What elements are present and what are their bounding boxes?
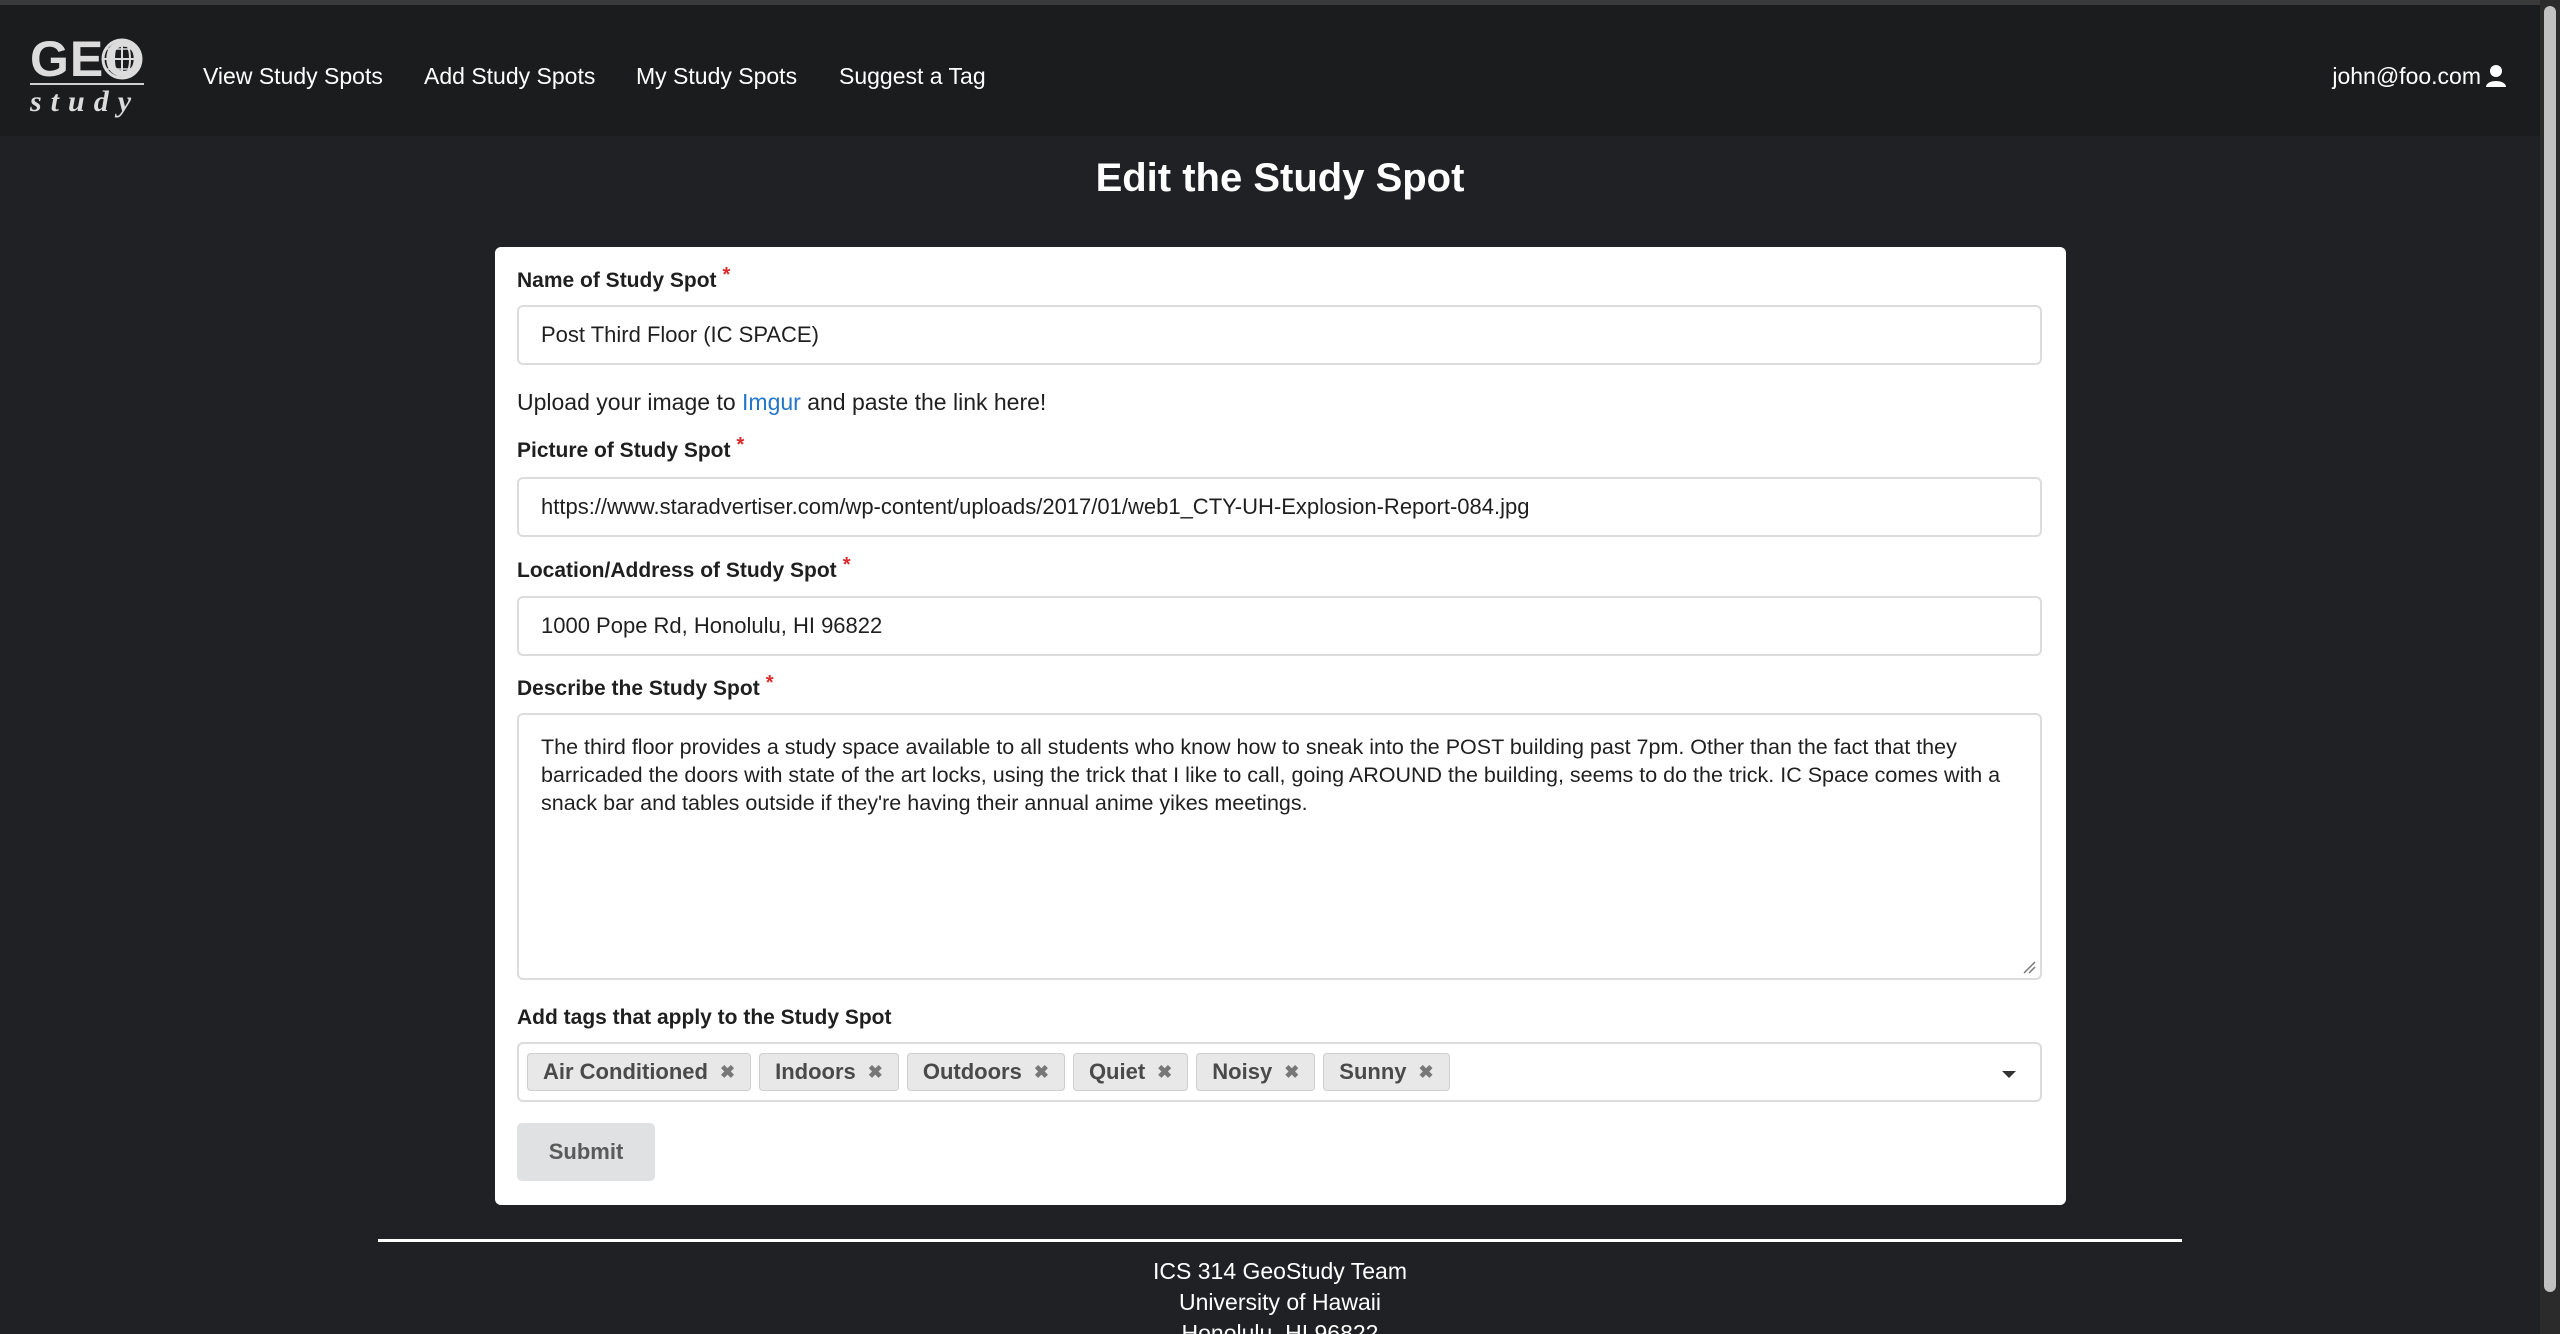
footer-team: ICS 314 GeoStudy Team bbox=[1153, 1258, 1407, 1284]
globe-icon bbox=[101, 38, 143, 80]
tag-chip[interactable]: Outdoors ✖ bbox=[906, 1053, 1065, 1091]
location-input[interactable]: 1000 Pope Rd, Honolulu, HI 96822 bbox=[517, 596, 2042, 656]
tag-chip[interactable]: Noisy ✖ bbox=[1196, 1053, 1316, 1091]
remove-tag-icon[interactable]: ✖ bbox=[1157, 1063, 1172, 1081]
tag-chip-label: Indoors bbox=[775, 1059, 856, 1084]
remove-tag-icon[interactable]: ✖ bbox=[868, 1063, 883, 1081]
remove-tag-icon[interactable]: ✖ bbox=[1419, 1063, 1434, 1081]
picture-url-input[interactable]: https://www.staradvertiser.com/wp-conten… bbox=[517, 477, 2042, 537]
submit-button[interactable]: Submit bbox=[517, 1123, 655, 1181]
tag-chip[interactable]: Air Conditioned ✖ bbox=[527, 1053, 752, 1091]
logo-study-text: study bbox=[30, 85, 141, 118]
tag-chip[interactable]: Quiet ✖ bbox=[1072, 1053, 1189, 1091]
footer: ICS 314 GeoStudy Team University of Hawa… bbox=[0, 1256, 2560, 1334]
remove-tag-icon[interactable]: ✖ bbox=[720, 1063, 735, 1081]
description-text: The third floor provides a study space a… bbox=[541, 735, 2001, 815]
remove-tag-icon[interactable]: ✖ bbox=[1034, 1063, 1049, 1081]
remove-tag-icon[interactable]: ✖ bbox=[1284, 1063, 1299, 1081]
tag-chip-label: Air Conditioned bbox=[543, 1059, 708, 1084]
geostudy-logo[interactable]: GEO study bbox=[30, 31, 148, 118]
location-label-text: Location/Address of Study Spot bbox=[517, 559, 837, 582]
description-label-text: Describe the Study Spot bbox=[517, 677, 760, 700]
tag-chip-label: Noisy bbox=[1212, 1059, 1273, 1084]
nav-view-study-spots[interactable]: View Study Spots bbox=[203, 61, 383, 91]
resize-grip-icon[interactable] bbox=[2022, 960, 2036, 974]
required-marker: * bbox=[722, 264, 731, 286]
tag-chip[interactable]: Indoors ✖ bbox=[759, 1053, 899, 1091]
nav-my-study-spots[interactable]: My Study Spots bbox=[636, 61, 797, 91]
user-menu[interactable]: john@foo.com bbox=[2332, 61, 2507, 91]
name-label-text: Name of Study Spot bbox=[517, 269, 717, 292]
footer-address: Honolulu, HI 96822 bbox=[1181, 1320, 1379, 1334]
tags-label: Add tags that apply to the Study Spot bbox=[517, 1006, 892, 1029]
top-navbar: GEO study View Study Spots Add Study Spo… bbox=[0, 0, 2540, 136]
required-marker: * bbox=[842, 554, 851, 576]
picture-label-text: Picture of Study Spot bbox=[517, 439, 731, 462]
name-label: Name of Study Spot * bbox=[517, 264, 731, 295]
dropdown-arrow-icon[interactable] bbox=[2002, 1071, 2016, 1078]
description-textarea[interactable]: The third floor provides a study space a… bbox=[517, 713, 2042, 980]
nav-suggest-a-tag[interactable]: Suggest a Tag bbox=[839, 61, 986, 91]
description-label: Describe the Study Spot * bbox=[517, 672, 774, 703]
tag-chip-label: Outdoors bbox=[922, 1059, 1022, 1084]
footer-divider bbox=[378, 1239, 2182, 1242]
upload-note: Upload your image to Imgur and paste the… bbox=[517, 387, 1046, 417]
tags-multiselect[interactable]: Air Conditioned ✖ Indoors ✖ Outdoors ✖ Quie… bbox=[517, 1042, 2042, 1102]
picture-label: Picture of Study Spot * bbox=[517, 434, 745, 465]
location-label: Location/Address of Study Spot * bbox=[517, 554, 851, 585]
upload-note-before: Upload your image to bbox=[517, 389, 743, 415]
required-marker: * bbox=[765, 672, 774, 694]
user-icon bbox=[2486, 65, 2506, 87]
tag-chip[interactable]: Sunny ✖ bbox=[1323, 1053, 1450, 1091]
required-marker: * bbox=[736, 434, 745, 456]
tag-chip-label: Sunny bbox=[1339, 1059, 1407, 1084]
footer-university: University of Hawaii bbox=[1179, 1289, 1381, 1315]
page-title: Edit the Study Spot bbox=[1095, 156, 1465, 200]
nav-add-study-spots[interactable]: Add Study Spots bbox=[424, 61, 595, 91]
user-email: john@foo.com bbox=[2332, 63, 2481, 89]
imgur-link[interactable]: Imgur bbox=[742, 389, 801, 415]
tag-chip-label: Quiet bbox=[1088, 1059, 1146, 1084]
upload-note-after: and paste the link here! bbox=[800, 389, 1047, 415]
edit-form-card: Name of Study Spot * Post Third Floor (IC… bbox=[495, 247, 2066, 1205]
name-input[interactable]: Post Third Floor (IC SPACE) bbox=[517, 305, 2042, 365]
